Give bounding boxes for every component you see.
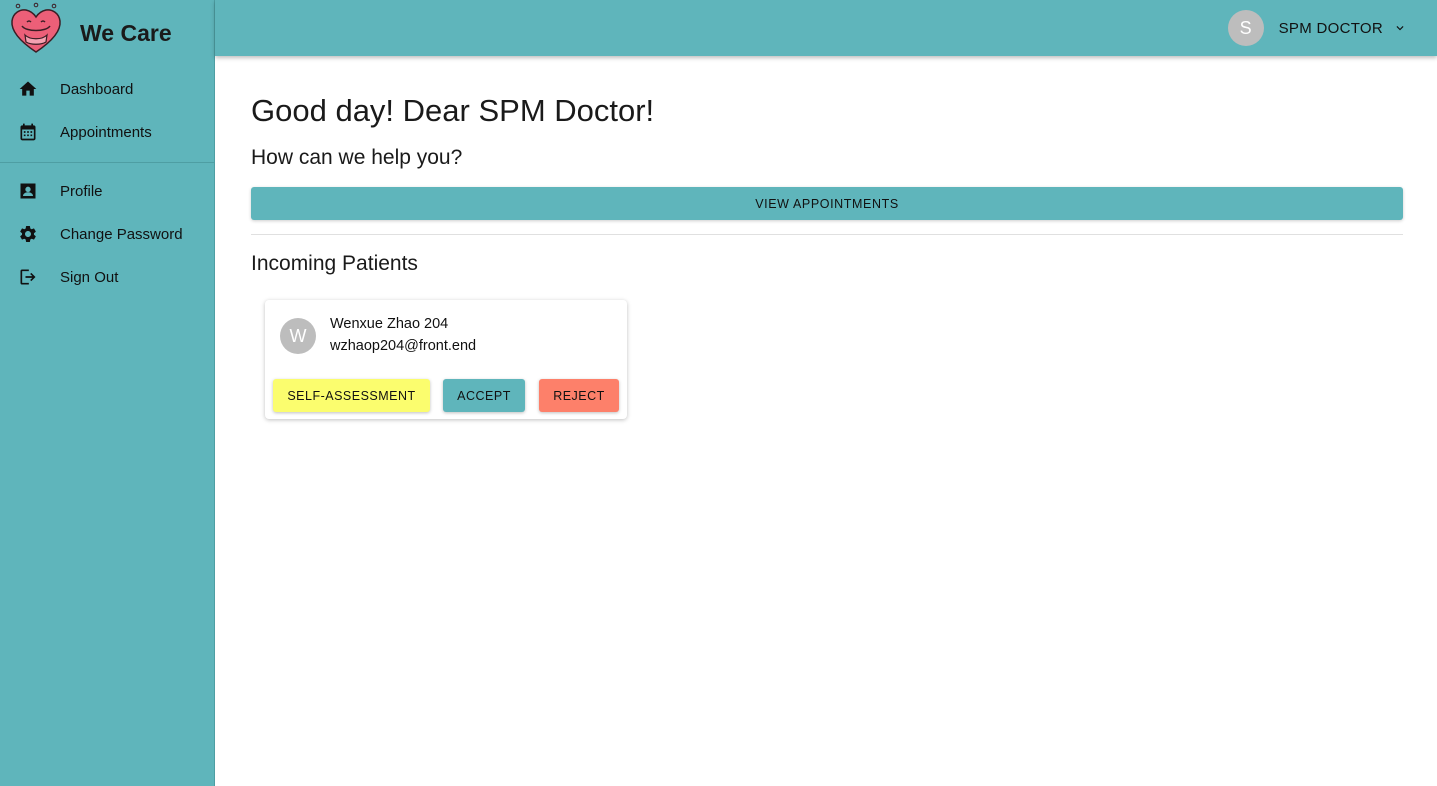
gear-icon <box>20 225 36 242</box>
sidebar-item-label: Change Password <box>60 226 183 243</box>
sidebar-item-label: Appointments <box>60 124 152 141</box>
top-app-bar: S SPM DOCTOR <box>215 0 1437 56</box>
page-title: Good day! Dear SPM Doctor! <box>251 93 655 128</box>
sidebar: We Care Dashboard Appointments Profile C… <box>0 0 215 786</box>
brand[interactable]: We Care <box>8 2 172 58</box>
patient-email: wzhaop204@front.end <box>330 338 477 354</box>
logout-icon <box>20 269 36 285</box>
divider <box>251 234 1403 235</box>
user-menu[interactable]: S SPM DOCTOR <box>1227 9 1407 47</box>
sidebar-item-label: Dashboard <box>60 81 134 98</box>
calendar-icon <box>20 123 36 141</box>
home-icon <box>19 81 37 96</box>
app-name: We Care <box>80 20 172 46</box>
reject-button[interactable]: REJECT <box>539 379 619 412</box>
account-nav: Profile Change Password Sign Out <box>0 170 215 299</box>
sidebar-item-change-password[interactable]: Change Password <box>0 213 215 256</box>
chevron-down-icon <box>1396 26 1404 31</box>
patient-name: Wenxue Zhao 204 <box>330 316 449 332</box>
primary-nav: Dashboard Appointments <box>0 68 215 154</box>
sidebar-item-label: Profile <box>60 183 103 200</box>
patient-avatar: W <box>280 318 316 354</box>
incoming-patients-title: Incoming Patients <box>251 252 418 275</box>
help-prompt: How can we help you? <box>251 146 463 169</box>
sidebar-item-label: Sign Out <box>60 269 119 286</box>
user-name: SPM DOCTOR <box>1278 19 1383 37</box>
user-avatar: S <box>1227 10 1264 46</box>
sidebar-divider <box>0 162 215 163</box>
heart-logo-icon <box>11 2 61 53</box>
accept-button[interactable]: ACCEPT <box>443 379 525 412</box>
self-assessment-button[interactable]: SELF-ASSESSMENT <box>273 379 430 412</box>
sidebar-item-appointments[interactable]: Appointments <box>0 111 215 154</box>
view-appointments-button[interactable]: VIEW APPOINTMENTS <box>251 187 1403 220</box>
sidebar-item-profile[interactable]: Profile <box>0 170 215 213</box>
contact-card-icon <box>20 183 36 199</box>
patient-card: W Wenxue Zhao 204 wzhaop204@front.end SE… <box>265 300 627 419</box>
sidebar-item-sign-out[interactable]: Sign Out <box>0 256 215 299</box>
sidebar-item-dashboard[interactable]: Dashboard <box>0 68 215 111</box>
